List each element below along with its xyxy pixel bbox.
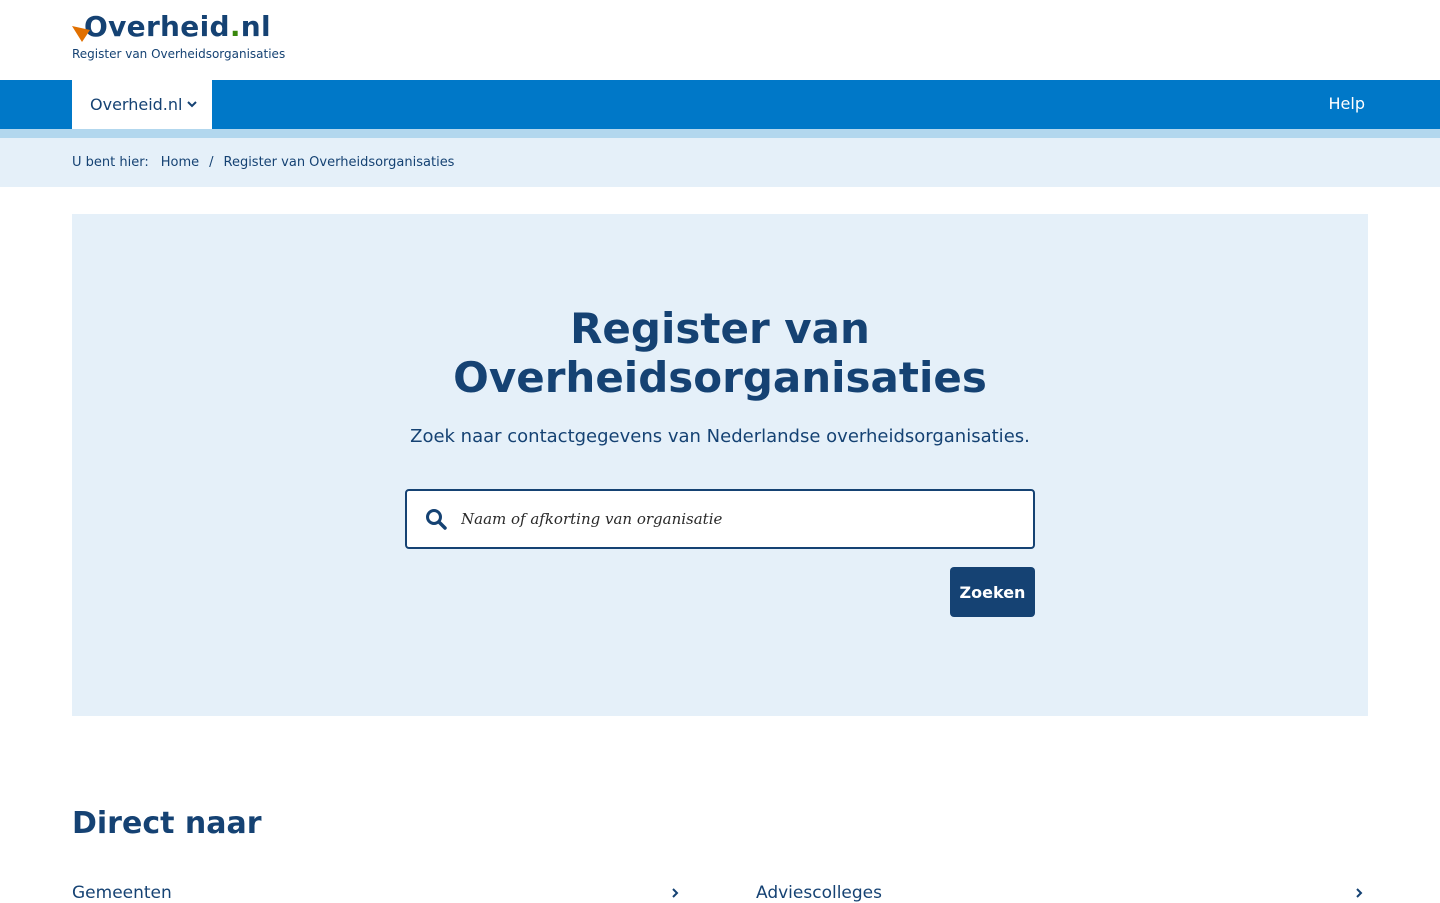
chevron-down-icon [187, 101, 197, 108]
search-input[interactable] [461, 491, 1033, 547]
breadcrumb: U bent hier: Home / Register van Overhei… [0, 138, 1440, 187]
page-title: Register van Overheidsorganisaties [453, 304, 987, 402]
logo-wordmark: Overheid.nl [84, 10, 271, 43]
breadcrumb-separator: / [209, 155, 214, 170]
site-switcher-dropdown[interactable]: Overheid.nl [72, 80, 212, 129]
search-hero: Register van Overheidsorganisaties Zoek n… [72, 214, 1368, 716]
logo-star-icon [72, 10, 92, 44]
direct-naar-heading: Direct naar [72, 806, 262, 841]
search-button[interactable]: Zoeken [950, 567, 1035, 617]
breadcrumb-current[interactable]: Register van Overheidsorganisaties [224, 155, 455, 170]
direct-link-adviescolleges[interactable]: Adviescolleges [756, 883, 882, 903]
nav-stripe [0, 129, 1440, 138]
breadcrumb-home[interactable]: Home [161, 155, 199, 170]
chevron-right-icon [1356, 888, 1363, 898]
help-link[interactable]: Help [1329, 94, 1365, 113]
breadcrumb-label: U bent hier: [72, 155, 149, 170]
chevron-right-icon [672, 888, 679, 898]
site-switcher-label: Overheid.nl [90, 95, 183, 114]
logo-subtitle: Register van Overheidsorganisaties [72, 47, 286, 61]
search-icon [426, 509, 447, 530]
direct-link-gemeenten[interactable]: Gemeenten [72, 883, 172, 903]
page-subtitle: Zoek naar contactgegevens van Nederlands… [410, 426, 1030, 447]
main-nav: Overheid.nl Help [0, 80, 1440, 129]
site-header: Overheid.nl Register van Overheidsorgani… [0, 0, 1440, 80]
search-box [405, 489, 1035, 549]
overheid-logo[interactable]: Overheid.nl [72, 10, 271, 44]
